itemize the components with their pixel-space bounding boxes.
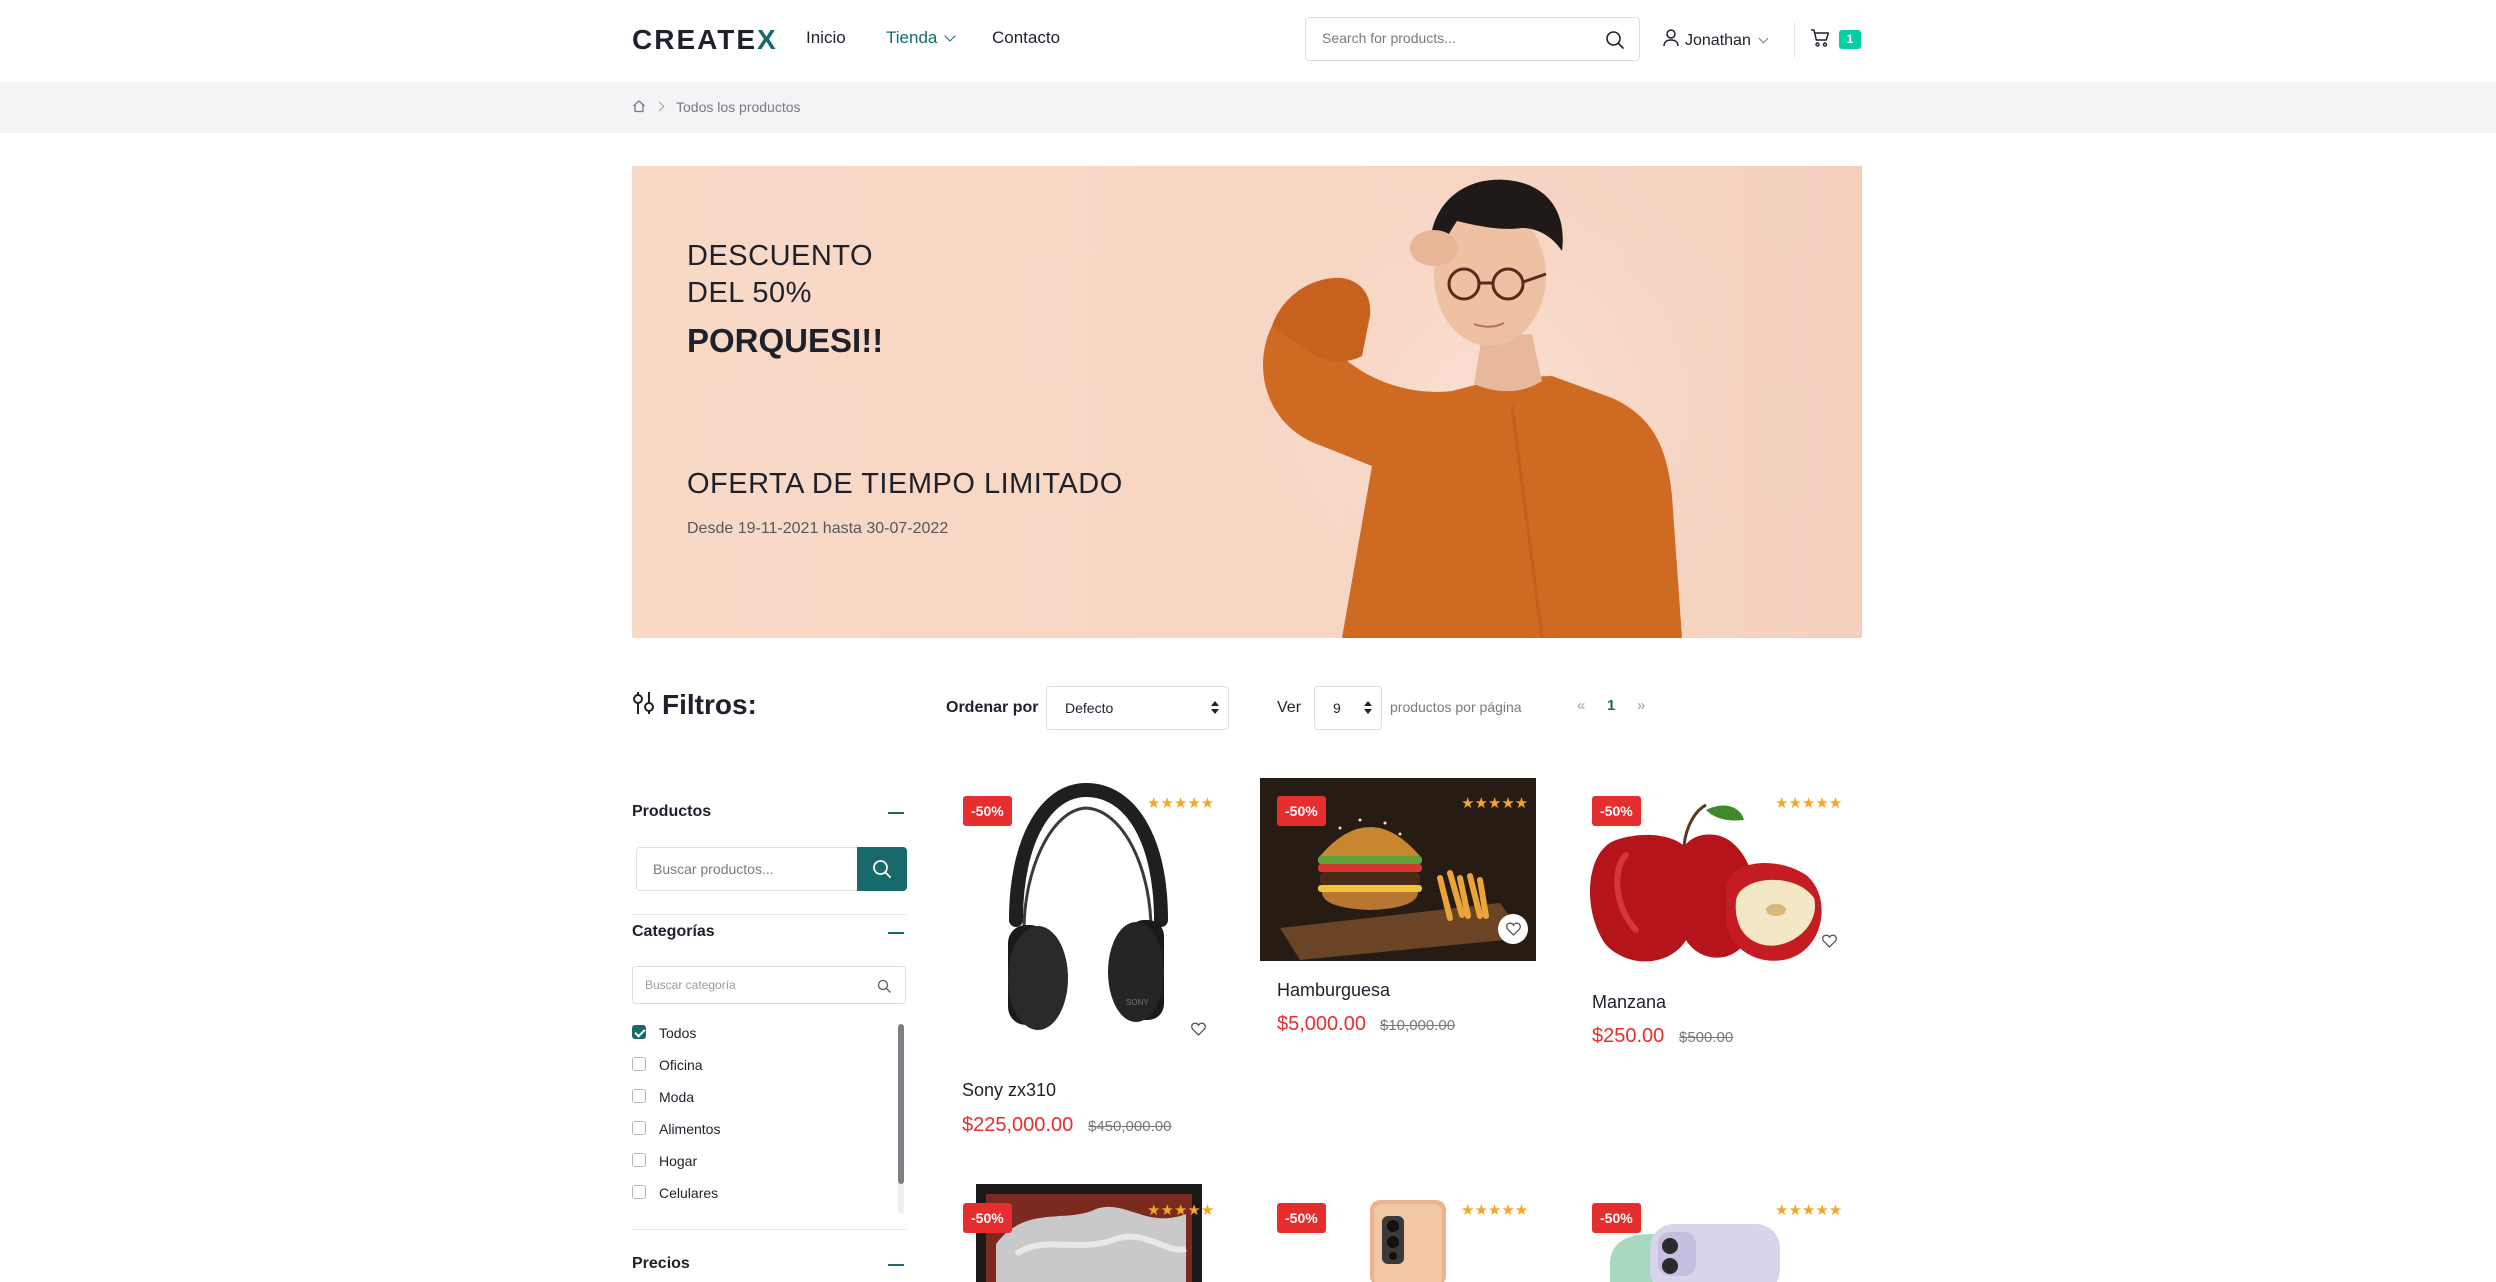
heart-icon[interactable] — [1191, 1022, 1206, 1041]
product-search-input[interactable] — [653, 861, 843, 877]
category-todos[interactable]: Todos — [632, 1025, 696, 1041]
offer-title: OFERTA DE TIEMPO LIMITADO — [687, 468, 1123, 500]
product-search — [636, 847, 858, 891]
product-old-price: $450,000.00 — [1088, 1118, 1172, 1135]
product-old-price: $10,000.00 — [1380, 1017, 1456, 1034]
product-price: $5,000.00 — [1277, 1013, 1366, 1035]
heart-icon[interactable] — [1822, 934, 1837, 953]
rating-stars: ★★★★★ — [1775, 1202, 1843, 1219]
category-scrollbar-thumb[interactable] — [898, 1024, 904, 1184]
category-celulares[interactable]: Celulares — [632, 1185, 718, 1201]
product-price: $225,000.00 — [962, 1114, 1074, 1136]
product-price: $250.00 — [1592, 1025, 1665, 1047]
promo-tagline: PORQUESI!! — [687, 322, 884, 359]
heart-icon[interactable] — [1498, 914, 1528, 944]
filters-title: Filtros: — [632, 688, 757, 721]
discount-badge: -50% — [1277, 1203, 1326, 1233]
pager-prev[interactable]: « — [1577, 697, 1585, 714]
product-image[interactable] — [1360, 1196, 1456, 1282]
prices-filter-title[interactable]: Precios — [632, 1255, 690, 1273]
products-filter-title[interactable]: Productos — [632, 803, 711, 821]
sort-select[interactable]: Defecto — [1046, 686, 1229, 730]
rating-stars: ★★★★★ — [1147, 1202, 1215, 1219]
user-menu[interactable]: Jonathan — [1663, 27, 1769, 50]
search-icon[interactable] — [1605, 30, 1625, 55]
header-divider — [1794, 22, 1795, 58]
per-page-select[interactable]: 9 — [1314, 686, 1382, 730]
checkbox[interactable] — [632, 1089, 646, 1104]
categories-filter-title[interactable]: Categorías — [632, 923, 715, 941]
pager-page-1[interactable]: 1 — [1607, 697, 1615, 714]
collapse-icon[interactable] — [888, 812, 904, 814]
checkbox[interactable] — [632, 1153, 646, 1168]
user-icon — [1663, 29, 1679, 47]
logo[interactable]: CREATEX — [632, 24, 778, 56]
discount-badge: -50% — [963, 796, 1012, 826]
breadcrumb-current: Todos los productos — [676, 99, 801, 115]
sliders-icon — [633, 692, 654, 714]
nav-inicio[interactable]: Inicio — [806, 28, 846, 48]
checkbox[interactable] — [632, 1185, 646, 1200]
nav-tienda[interactable]: Tienda — [886, 28, 957, 48]
per-page-label: productos por página — [1390, 699, 1522, 715]
cart-icon[interactable] — [1810, 28, 1830, 53]
header-search — [1305, 17, 1640, 61]
discount-badge: -50% — [1277, 796, 1326, 826]
search-icon[interactable] — [877, 979, 891, 993]
product-old-price: $500.00 — [1679, 1029, 1734, 1046]
product-name[interactable]: Hamburguesa — [1277, 980, 1390, 1001]
view-label: Ver — [1277, 699, 1302, 716]
category-oficina[interactable]: Oficina — [632, 1057, 703, 1073]
promo-banner[interactable]: DESCUENTO DEL 50% PORQUESI!! OFERTA DE TI… — [632, 166, 1862, 638]
promo-heading: DESCUENTO DEL 50% — [687, 240, 874, 309]
cart-count-badge: 1 — [1839, 30, 1861, 49]
product-image[interactable] — [976, 1184, 1202, 1282]
chevron-down-icon — [944, 30, 957, 42]
checkbox[interactable] — [632, 1057, 646, 1072]
home-icon[interactable] — [632, 99, 646, 118]
collapse-icon[interactable] — [888, 932, 904, 934]
chevron-right-icon — [654, 101, 665, 112]
divider — [632, 1229, 906, 1230]
svg-text:SONY: SONY — [1126, 998, 1149, 1007]
rating-stars: ★★★★★ — [1461, 795, 1529, 812]
breadcrumb: Todos los productos — [0, 82, 2496, 133]
rating-stars: ★★★★★ — [1461, 1202, 1529, 1219]
search-input[interactable] — [1322, 30, 1592, 46]
pager-next[interactable]: » — [1637, 697, 1645, 714]
category-alimentos[interactable]: Alimentos — [632, 1121, 720, 1137]
product-search-button[interactable] — [857, 847, 907, 891]
site-header: CREATEX Inicio Tienda Contacto Jonathan … — [0, 0, 2496, 82]
category-hogar[interactable]: Hogar — [632, 1153, 697, 1169]
chevron-down-icon — [1758, 33, 1769, 44]
category-search — [632, 966, 906, 1004]
product-name[interactable]: Sony zx310 — [962, 1080, 1056, 1101]
search-icon — [873, 860, 891, 878]
rating-stars: ★★★★★ — [1775, 795, 1843, 812]
collapse-icon[interactable] — [888, 1264, 904, 1266]
checkbox-checked[interactable] — [632, 1025, 646, 1040]
discount-badge: -50% — [963, 1203, 1012, 1233]
rating-stars: ★★★★★ — [1147, 795, 1215, 812]
product-name[interactable]: Manzana — [1592, 992, 1666, 1013]
discount-badge: -50% — [1592, 1203, 1641, 1233]
model-photo — [1212, 166, 1732, 638]
divider — [632, 914, 906, 915]
discount-badge: -50% — [1592, 796, 1641, 826]
category-moda[interactable]: Moda — [632, 1089, 694, 1105]
nav-contacto[interactable]: Contacto — [992, 28, 1060, 48]
offer-dates: Desde 19-11-2021 hasta 30-07-2022 — [687, 520, 949, 537]
checkbox[interactable] — [632, 1121, 646, 1136]
sort-label: Ordenar por — [946, 699, 1039, 716]
category-search-input[interactable] — [645, 978, 865, 992]
